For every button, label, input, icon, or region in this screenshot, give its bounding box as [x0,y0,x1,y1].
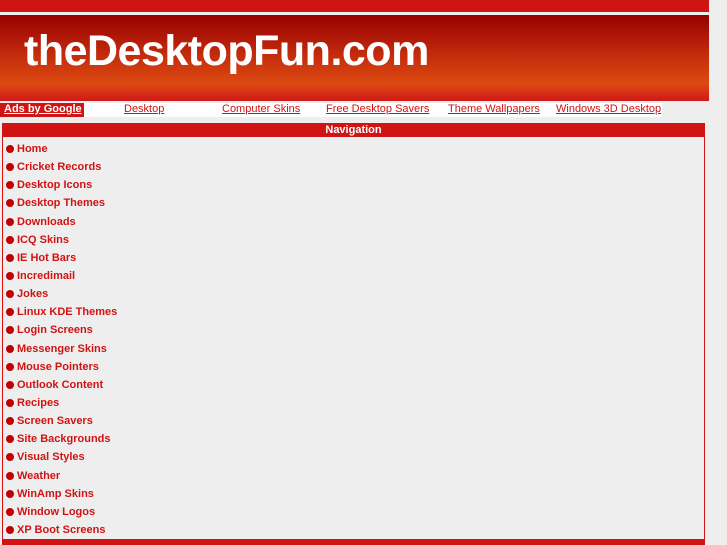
bullet-icon [6,435,14,444]
nav-link[interactable]: Cricket Records [17,161,101,173]
bullet-icon [6,217,14,226]
bullet-icon [6,253,14,262]
bullet-icon [6,362,14,371]
bullet-icon [6,507,14,516]
bullet-icon [6,380,14,389]
navigation-list: Home Cricket Records Desktop Icons Desktop … [3,137,704,539]
site-logo[interactable]: theDesktopFun.com [24,27,429,76]
nav-item[interactable]: Home [6,140,704,158]
nav-link[interactable]: Weather [17,470,60,482]
nav-item[interactable]: Visual Styles [6,448,704,466]
nav-link[interactable]: Window Logos [17,506,95,518]
footer-bar [2,539,705,545]
bullet-icon [6,399,14,408]
ad-link-windows-3d-desktop[interactable]: Windows 3D Desktop [556,103,661,115]
bullet-icon [6,235,14,244]
bullet-icon [6,489,14,498]
nav-item[interactable]: XP Boot Screens [6,521,704,539]
nav-link[interactable]: Jokes [17,288,48,300]
bullet-icon [6,453,14,462]
nav-item[interactable]: Desktop Icons [6,176,704,194]
nav-item[interactable]: Login Screens [6,321,704,339]
nav-item[interactable]: IE Hot Bars [6,249,704,267]
nav-link[interactable]: Site Backgrounds [17,433,111,445]
nav-link[interactable]: Downloads [17,216,76,228]
bullet-icon [6,326,14,335]
nav-item[interactable]: Desktop Themes [6,194,704,212]
nav-item[interactable]: Weather [6,467,704,485]
nav-link[interactable]: Outlook Content [17,379,103,391]
nav-link[interactable]: XP Boot Screens [17,524,105,536]
nav-item[interactable]: WinAmp Skins [6,485,704,503]
nav-link[interactable]: Linux KDE Themes [17,306,117,318]
nav-item[interactable]: Outlook Content [6,376,704,394]
ads-by-google-link[interactable]: Ads by Google [0,103,84,117]
nav-item[interactable]: Linux KDE Themes [6,303,704,321]
navigation-panel: Navigation Home Cricket Records Desktop Ic… [2,123,705,545]
ad-link-desktop[interactable]: Desktop [124,103,164,115]
ad-link-free-desktop-savers[interactable]: Free Desktop Savers [326,103,429,115]
nav-link[interactable]: Incredimail [17,270,75,282]
nav-link[interactable]: ICQ Skins [17,234,69,246]
bullet-icon [6,471,14,480]
nav-item[interactable]: Cricket Records [6,158,704,176]
bullet-icon [6,526,14,535]
bullet-icon [6,145,14,154]
nav-item[interactable]: ICQ Skins [6,231,704,249]
nav-link[interactable]: Home [17,143,48,155]
nav-item[interactable]: Jokes [6,285,704,303]
nav-link[interactable]: Recipes [17,397,59,409]
nav-item[interactable]: Messenger Skins [6,340,704,358]
nav-link[interactable]: Visual Styles [17,451,85,463]
ad-links-bar: Ads by Google Desktop Computer Skins Fre… [0,103,662,117]
nav-link[interactable]: Mouse Pointers [17,361,99,373]
nav-item[interactable]: Window Logos [6,503,704,521]
nav-link[interactable]: WinAmp Skins [17,488,94,500]
nav-item[interactable]: Screen Savers [6,412,704,430]
nav-item[interactable]: Mouse Pointers [6,358,704,376]
bullet-icon [6,290,14,299]
nav-item[interactable]: Recipes [6,394,704,412]
nav-item[interactable]: Site Backgrounds [6,430,704,448]
header-banner: theDesktopFun.com [0,15,709,101]
bullet-icon [6,272,14,281]
nav-link[interactable]: Messenger Skins [17,343,107,355]
bullet-icon [6,344,14,353]
bullet-icon [6,199,14,208]
nav-item[interactable]: Downloads [6,213,704,231]
nav-item[interactable]: Incredimail [6,267,704,285]
bullet-icon [6,308,14,317]
navigation-heading: Navigation [3,124,704,137]
ad-link-computer-skins[interactable]: Computer Skins [222,103,300,115]
nav-link[interactable]: IE Hot Bars [17,252,76,264]
top-bar [0,0,709,12]
nav-link[interactable]: Desktop Themes [17,197,105,209]
bullet-icon [6,417,14,426]
nav-link[interactable]: Login Screens [17,324,93,336]
nav-link[interactable]: Desktop Icons [17,179,92,191]
ad-link-theme-wallpapers[interactable]: Theme Wallpapers [448,103,540,115]
nav-link[interactable]: Screen Savers [17,415,93,427]
bullet-icon [6,181,14,190]
bullet-icon [6,163,14,172]
